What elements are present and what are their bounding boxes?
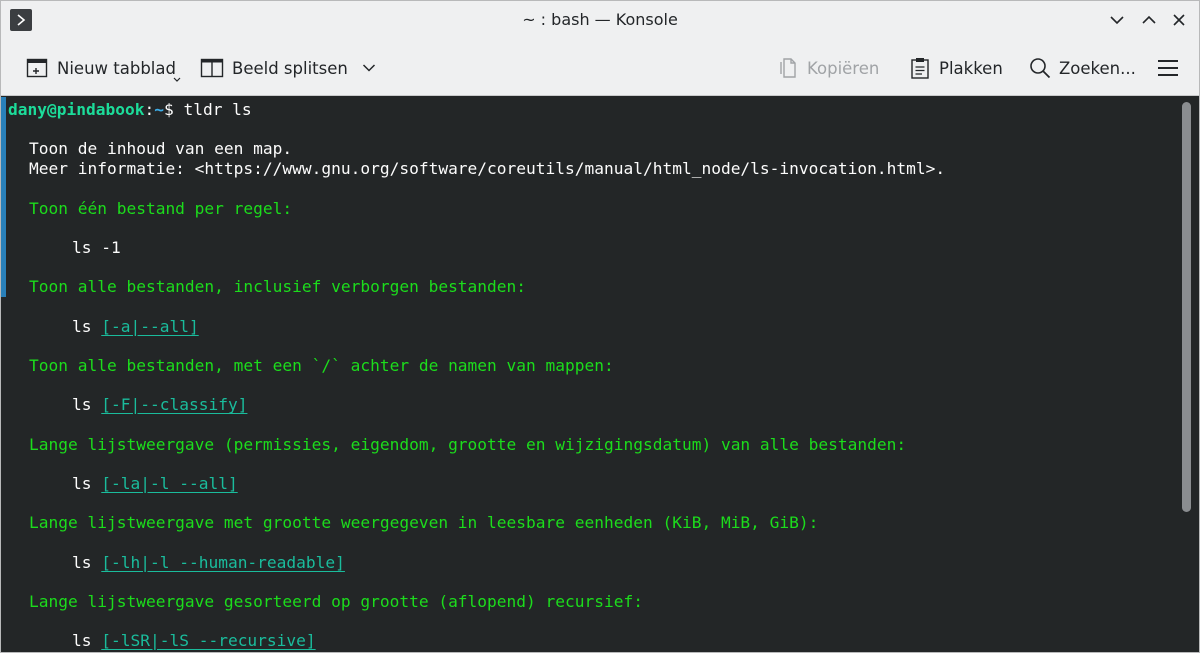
example-cmd: ls	[72, 317, 102, 336]
terminal-output[interactable]: dany@pindabook:~$ tldr ls Toon de inhoud…	[1, 97, 1179, 652]
split-view-button[interactable]: Beeld splitsen	[200, 53, 376, 83]
prompt-path: ~	[154, 100, 164, 119]
window-title: ~ : bash — Konsole	[522, 10, 678, 29]
prompt-line: dany@pindabook:~$ tldr ls	[8, 100, 252, 120]
example-description: Lange lijstweergave met grootte weergege…	[29, 513, 819, 532]
copy-icon	[780, 58, 796, 78]
find-button[interactable]: Zoeken...	[1029, 53, 1136, 83]
paste-label: Plakken	[939, 58, 1003, 78]
search-icon	[1030, 58, 1051, 79]
split-view-label: Beeld splitsen	[232, 58, 348, 78]
example-description: Toon alle bestanden, inclusief verborgen…	[29, 277, 527, 296]
command-text: tldr ls	[183, 100, 252, 119]
example-description: Lange lijstweergave (permissies, eigendo…	[29, 435, 907, 454]
prompt-dollar: $	[163, 100, 184, 119]
maximize-button[interactable]	[1137, 9, 1161, 31]
example-cmd: ls	[72, 631, 102, 650]
example-command: ls [-la|-l --all]	[72, 474, 238, 494]
hamburger-menu-button[interactable]	[1157, 53, 1179, 83]
example-args: [-lh|-l --human-readable]	[101, 553, 345, 572]
close-icon	[1173, 14, 1185, 26]
example-args: -1	[101, 238, 121, 257]
paste-icon	[911, 58, 929, 79]
more-info-line: Meer informatie: <https://www.gnu.org/so…	[29, 159, 946, 178]
prompt-user: dany@pindabook	[8, 100, 145, 119]
example-command: ls -1	[72, 238, 121, 258]
example-cmd: ls	[72, 238, 102, 257]
example-cmd: ls	[72, 474, 102, 493]
example-cmd: ls	[72, 395, 102, 414]
example-args: [-la|-l --all]	[101, 474, 238, 493]
title-bar[interactable]: ~ : bash — Konsole	[1, 1, 1199, 39]
prompt-marker	[1, 97, 6, 297]
toolbar: Nieuw tabblad Beeld splitsen Kopiëren Pl…	[1, 39, 1199, 96]
chevron-up-icon	[1142, 15, 1156, 24]
prompt-separator: :	[144, 100, 155, 119]
copy-button[interactable]: Kopiëren	[777, 53, 879, 83]
example-args: [-F|--classify]	[101, 395, 248, 414]
copy-label: Kopiëren	[807, 58, 880, 78]
chevron-down-icon	[362, 64, 375, 72]
example-command: ls [-lh|-l --human-readable]	[72, 553, 345, 573]
find-label: Zoeken...	[1059, 58, 1136, 78]
page-description: Toon de inhoud van een map.	[29, 139, 293, 158]
paste-button[interactable]: Plakken	[909, 53, 1003, 83]
example-command: ls [-F|--classify]	[72, 395, 247, 415]
example-description: Toon alle bestanden, met een `/` achter …	[29, 356, 614, 375]
example-command: ls [-lSR|-lS --recursive]	[72, 631, 316, 651]
split-view-icon	[200, 58, 224, 78]
example-args: [-a|--all]	[101, 317, 199, 336]
example-args: [-lSR|-lS --recursive]	[101, 631, 316, 650]
new-tab-label: Nieuw tabblad	[57, 58, 176, 78]
minimize-button[interactable]	[1105, 9, 1129, 31]
example-command: ls [-a|--all]	[72, 317, 199, 337]
dropdown-arrow-icon	[173, 77, 181, 82]
example-description: Toon één bestand per regel:	[29, 199, 293, 218]
konsole-window: ~ : bash — Konsole Nieuw tabblad Beeld s…	[0, 0, 1200, 653]
chevron-down-icon	[1110, 16, 1124, 25]
new-tab-button[interactable]: Nieuw tabblad	[25, 53, 181, 83]
new-tab-icon	[26, 58, 48, 78]
example-description: Lange lijstweergave gesorteerd op groott…	[29, 592, 643, 611]
example-cmd: ls	[72, 553, 102, 572]
scrollbar-thumb[interactable]	[1182, 102, 1191, 512]
close-button[interactable]	[1167, 9, 1191, 31]
terminal-scrollbar[interactable]	[1179, 97, 1199, 652]
hamburger-menu-icon	[1158, 60, 1178, 76]
